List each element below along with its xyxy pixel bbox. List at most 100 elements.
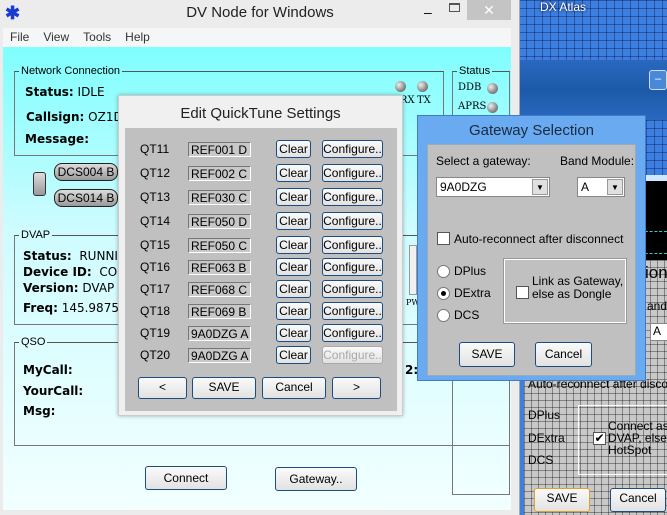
quicktune-value-field: REF050 D [188, 214, 251, 229]
tx-label: TX [417, 95, 431, 106]
link-as-gateway-checkbox[interactable] [516, 286, 529, 299]
auto-reconnect-label: Auto-reconnect after disconnect [454, 232, 624, 246]
dcs-label: DCS [454, 308, 480, 322]
gateway-selection-dialog: Gateway Selection Select a gateway: 9A0D… [417, 115, 646, 381]
quicktune-value-field: REF030 C [188, 190, 251, 205]
clear-button[interactable]: Clear [276, 258, 311, 276]
clear-button[interactable]: Clear [276, 324, 311, 342]
menu-file[interactable]: File [10, 30, 29, 44]
quicktune-row: QT15 REF050 C Clear Configure.. [125, 236, 397, 256]
quicktune-label: QT17 [140, 282, 171, 296]
band-module-combo[interactable]: A ▼ [577, 177, 625, 197]
bg-cancel-button[interactable]: Cancel [610, 488, 666, 512]
power-slider[interactable] [409, 245, 417, 295]
band-module-label: Band Module: [560, 154, 635, 168]
network-legend: Network Connection [21, 65, 121, 77]
quicktune-value-field: 9A0DZG A [188, 326, 251, 341]
bg-band-fragment: and M [647, 299, 667, 313]
quicktune-value-field: REF001 D [188, 142, 251, 157]
connect-button[interactable]: Connect [145, 466, 227, 490]
configure-button[interactable]: Configure.. [322, 164, 383, 182]
bg-connect-as-label: Connect as DVAP, else a HotSpot [608, 419, 667, 457]
clear-button[interactable]: Clear [276, 212, 311, 230]
quicktune-row: QT17 REF068 C Clear Configure.. [125, 280, 397, 300]
quicktune-save-button[interactable]: SAVE [192, 377, 256, 399]
close-button[interactable]: ✕ [467, 0, 511, 20]
maximize-icon[interactable] [449, 3, 460, 12]
bg-connect-as-checkbox[interactable]: ✔ [593, 432, 606, 445]
configure-button[interactable]: Configure.. [322, 258, 383, 276]
prev-button[interactable]: < [138, 377, 187, 399]
gateway-save-button[interactable]: SAVE [459, 342, 515, 367]
status-value: IDLE [77, 85, 105, 99]
clear-button[interactable]: Clear [276, 188, 311, 206]
bg-title-fragment: ion [645, 263, 667, 282]
dropdown-arrow-icon[interactable]: ▼ [532, 179, 548, 195]
configure-button[interactable]: Configure.. [322, 188, 383, 206]
callsign-label: Callsign: [26, 110, 85, 124]
gateway-panel: Select a gateway: 9A0DZG ▼ Band Module: A… [427, 144, 636, 376]
quicktune-dialog: Edit QuickTune Settings < SAVE Cancel > … [118, 95, 403, 416]
quicktune-row: QT19 9A0DZG A Clear Configure.. [125, 324, 397, 344]
gateway-value: 9A0DZG [440, 180, 487, 194]
configure-button[interactable]: Configure.. [322, 324, 383, 342]
ddb-label: DDB [458, 82, 482, 93]
gateway-title: Gateway Selection [468, 122, 595, 139]
gateway-combo[interactable]: 9A0DZG ▼ [436, 177, 550, 197]
configure-button[interactable]: Configure.. [322, 236, 383, 254]
quicktune-value-field: 9A0DZG A [188, 348, 251, 363]
configure-button[interactable]: Configure.. [322, 302, 383, 320]
bg-dcs[interactable]: DCS [528, 453, 553, 467]
configure-button[interactable]: Configure.. [322, 280, 383, 298]
msg-label: Msg: [23, 404, 56, 418]
link-button-1[interactable]: DCS004 B [54, 163, 118, 181]
bg-band-combo[interactable]: A [650, 323, 667, 341]
clear-button[interactable]: Clear [276, 346, 311, 364]
aprs-led [487, 102, 498, 113]
bg-dextra[interactable]: DExtra [528, 431, 565, 445]
clear-button[interactable]: Clear [276, 140, 311, 158]
configure-button[interactable]: Configure.. [322, 346, 383, 364]
next-button[interactable]: > [332, 377, 381, 399]
qso-legend: QSO [21, 336, 46, 348]
menu-tools[interactable]: Tools [83, 30, 111, 44]
quicktune-value-field: REF069 B [188, 304, 251, 319]
clear-button[interactable]: Clear [276, 236, 311, 254]
clear-button[interactable]: Clear [276, 280, 311, 298]
dextra-label: DExtra [454, 286, 491, 300]
dropdown-arrow-icon[interactable]: ▼ [607, 179, 623, 195]
configure-button[interactable]: Configure.. [322, 140, 383, 158]
gateway-button[interactable]: Gateway.. [275, 467, 357, 491]
dvap-status-label: Status: [23, 249, 72, 263]
gateway-cancel-button[interactable]: Cancel [535, 342, 592, 367]
quicktune-cancel-button[interactable]: Cancel [262, 377, 326, 399]
dx-atlas-title: DX Atlas [540, 0, 587, 14]
quicktune-row: QT14 REF050 D Clear Configure.. [125, 212, 397, 232]
dx-atlas-minimize-button[interactable]: – [649, 70, 667, 90]
rx-led [395, 81, 406, 92]
link-button-2[interactable]: DCS014 B [54, 189, 118, 207]
radio-dplus[interactable] [437, 265, 450, 278]
quicktune-row: QT12 REF002 C Clear Configure.. [125, 164, 397, 184]
band-value: A [581, 180, 590, 194]
radio-dextra[interactable] [437, 287, 450, 300]
link-toggle[interactable] [33, 172, 46, 196]
menu-view[interactable]: View [43, 30, 69, 44]
clear-button[interactable]: Clear [276, 164, 311, 182]
clear-button[interactable]: Clear [276, 302, 311, 320]
bg-dplus[interactable]: DPlus [528, 408, 560, 422]
minimize-icon[interactable]: – [424, 4, 432, 20]
radio-dcs[interactable] [437, 309, 450, 322]
quicktune-row: QT16 REF063 B Clear Configure.. [125, 258, 397, 278]
window-title: DV Node for Windows [186, 4, 334, 21]
quicktune-label: QT19 [140, 326, 171, 340]
dx-atlas-toolbar [518, 60, 667, 120]
quicktune-label: QT20 [140, 348, 171, 362]
tx-led [417, 81, 428, 92]
menu-bar: File View Tools Help [3, 28, 511, 47]
menu-help[interactable]: Help [125, 30, 150, 44]
bg-save-button[interactable]: SAVE [534, 488, 590, 512]
configure-button[interactable]: Configure.. [322, 212, 383, 230]
auto-reconnect-checkbox[interactable] [437, 232, 450, 245]
quicktune-value-field: REF050 C [188, 238, 251, 253]
